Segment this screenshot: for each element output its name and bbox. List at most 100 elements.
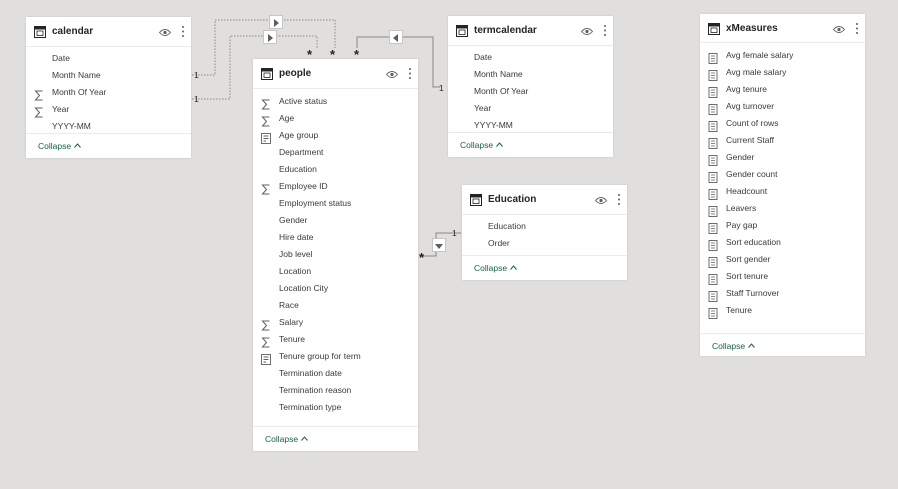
field-row[interactable]: Termination date [253,366,418,383]
eye-icon[interactable] [833,25,845,34]
table-icon [456,25,468,37]
more-options-icon[interactable] [603,24,607,37]
field-row[interactable]: Month Of Year [26,85,191,102]
sigma-icon [261,318,271,331]
field-row[interactable]: Gender count [700,167,865,184]
field-row[interactable]: Location [253,264,418,281]
collapse-button[interactable]: Collapse [474,263,517,273]
cardinality-one-label: 1 [194,70,199,80]
field-row[interactable]: Tenure [253,332,418,349]
eye-icon[interactable] [581,27,593,36]
field-row[interactable]: Avg turnover [700,99,865,116]
sigma-icon [34,105,44,118]
field-label: Gender count [726,169,778,179]
relationship-arrow-icon [269,15,283,29]
field-row[interactable]: Avg tenure [700,82,865,99]
field-row[interactable]: Headcount [700,184,865,201]
eye-icon[interactable] [595,196,607,205]
field-label: Hire date [279,232,314,242]
field-row[interactable]: Staff Turnover [700,286,865,303]
sigma-icon [261,335,271,348]
field-row[interactable]: Termination type [253,400,418,417]
table-icon [470,194,482,206]
field-row[interactable]: Month Name [448,67,613,84]
relationship-arrow-icon [432,238,446,252]
collapse-button[interactable]: Collapse [265,434,308,444]
more-options-icon[interactable] [408,67,412,80]
field-row[interactable]: Employee ID [253,179,418,196]
field-row[interactable]: Salary [253,315,418,332]
table-card-termcalendar[interactable]: termcalendar Date Month Name Month Of Year… [448,16,613,157]
field-row[interactable]: Current Staff [700,133,865,150]
collapse-button[interactable]: Collapse [460,140,503,150]
field-label: Month Of Year [52,87,107,97]
collapse-button[interactable]: Collapse [712,341,755,351]
field-label: Tenure group for term [279,351,361,361]
field-label: YYYY-MM [474,120,513,130]
field-row[interactable]: Date [448,50,613,67]
field-label: Pay gap [726,220,758,230]
field-row[interactable]: Employment status [253,196,418,213]
field-row[interactable]: Sort education [700,235,865,252]
field-row[interactable]: Leavers [700,201,865,218]
field-label: Termination date [279,368,342,378]
field-row[interactable]: Month Of Year [448,84,613,101]
table-icon [261,68,273,80]
table-title: calendar [52,26,94,37]
measure-icon [708,238,718,251]
field-label: Location [279,266,312,276]
field-row[interactable]: Education [462,219,627,236]
field-row[interactable]: Year [26,102,191,119]
relationship-arrow-icon [263,30,277,44]
field-row[interactable]: Pay gap [700,218,865,235]
table-header[interactable]: people [253,59,418,89]
measure-icon [708,255,718,268]
table-card-education[interactable]: Education Education Order Collapse [462,185,627,280]
field-row[interactable]: Gender [700,150,865,167]
chevron-up-icon [748,343,755,348]
field-row[interactable]: Department [253,145,418,162]
field-row[interactable]: Hire date [253,230,418,247]
more-options-icon[interactable] [181,25,185,38]
field-row[interactable]: Job level [253,247,418,264]
field-row[interactable]: Sort gender [700,252,865,269]
table-header[interactable]: Education [462,185,627,215]
more-options-icon[interactable] [855,22,859,35]
field-label: Tenure [279,334,305,344]
table-card-xmeasures[interactable]: xMeasures Avg female salary Avg male sala… [700,14,865,356]
field-row[interactable]: Active status [253,94,418,111]
more-options-icon[interactable] [617,193,621,206]
field-label: Department [279,147,324,157]
table-header[interactable]: calendar [26,17,191,47]
field-row[interactable]: Avg male salary [700,65,865,82]
field-row[interactable]: Gender [253,213,418,230]
field-row[interactable]: Date [26,51,191,68]
field-row[interactable]: Termination reason [253,383,418,400]
field-row[interactable]: Age [253,111,418,128]
field-label: Termination type [279,402,342,412]
field-row[interactable]: Location City [253,281,418,298]
field-row[interactable]: Count of rows [700,116,865,133]
field-row[interactable]: Month Name [26,68,191,85]
eye-icon[interactable] [159,28,171,37]
model-canvas[interactable]: 1 1 1 1 * * * * calendar Date Month Name M… [0,0,898,489]
table-header[interactable]: termcalendar [448,16,613,46]
chevron-up-icon [510,265,517,270]
field-label: Date [52,53,70,63]
field-row[interactable]: Year [448,101,613,118]
table-card-calendar[interactable]: calendar Date Month Name Month Of Year Year… [26,17,191,158]
table-header[interactable]: xMeasures [700,14,865,43]
field-label: Race [279,300,299,310]
field-row[interactable]: Age group [253,128,418,145]
table-card-people[interactable]: people Active status Age Age group Departme… [253,59,418,451]
field-row[interactable]: Sort tenure [700,269,865,286]
field-row[interactable]: Education [253,162,418,179]
field-row[interactable]: Avg female salary [700,48,865,65]
field-row[interactable]: Race [253,298,418,315]
field-row[interactable]: Order [462,236,627,253]
field-row[interactable]: Tenure group for term [253,349,418,366]
sigma-icon [261,182,271,195]
field-row[interactable]: Tenure [700,303,865,320]
collapse-button[interactable]: Collapse [38,141,81,151]
eye-icon[interactable] [386,70,398,79]
